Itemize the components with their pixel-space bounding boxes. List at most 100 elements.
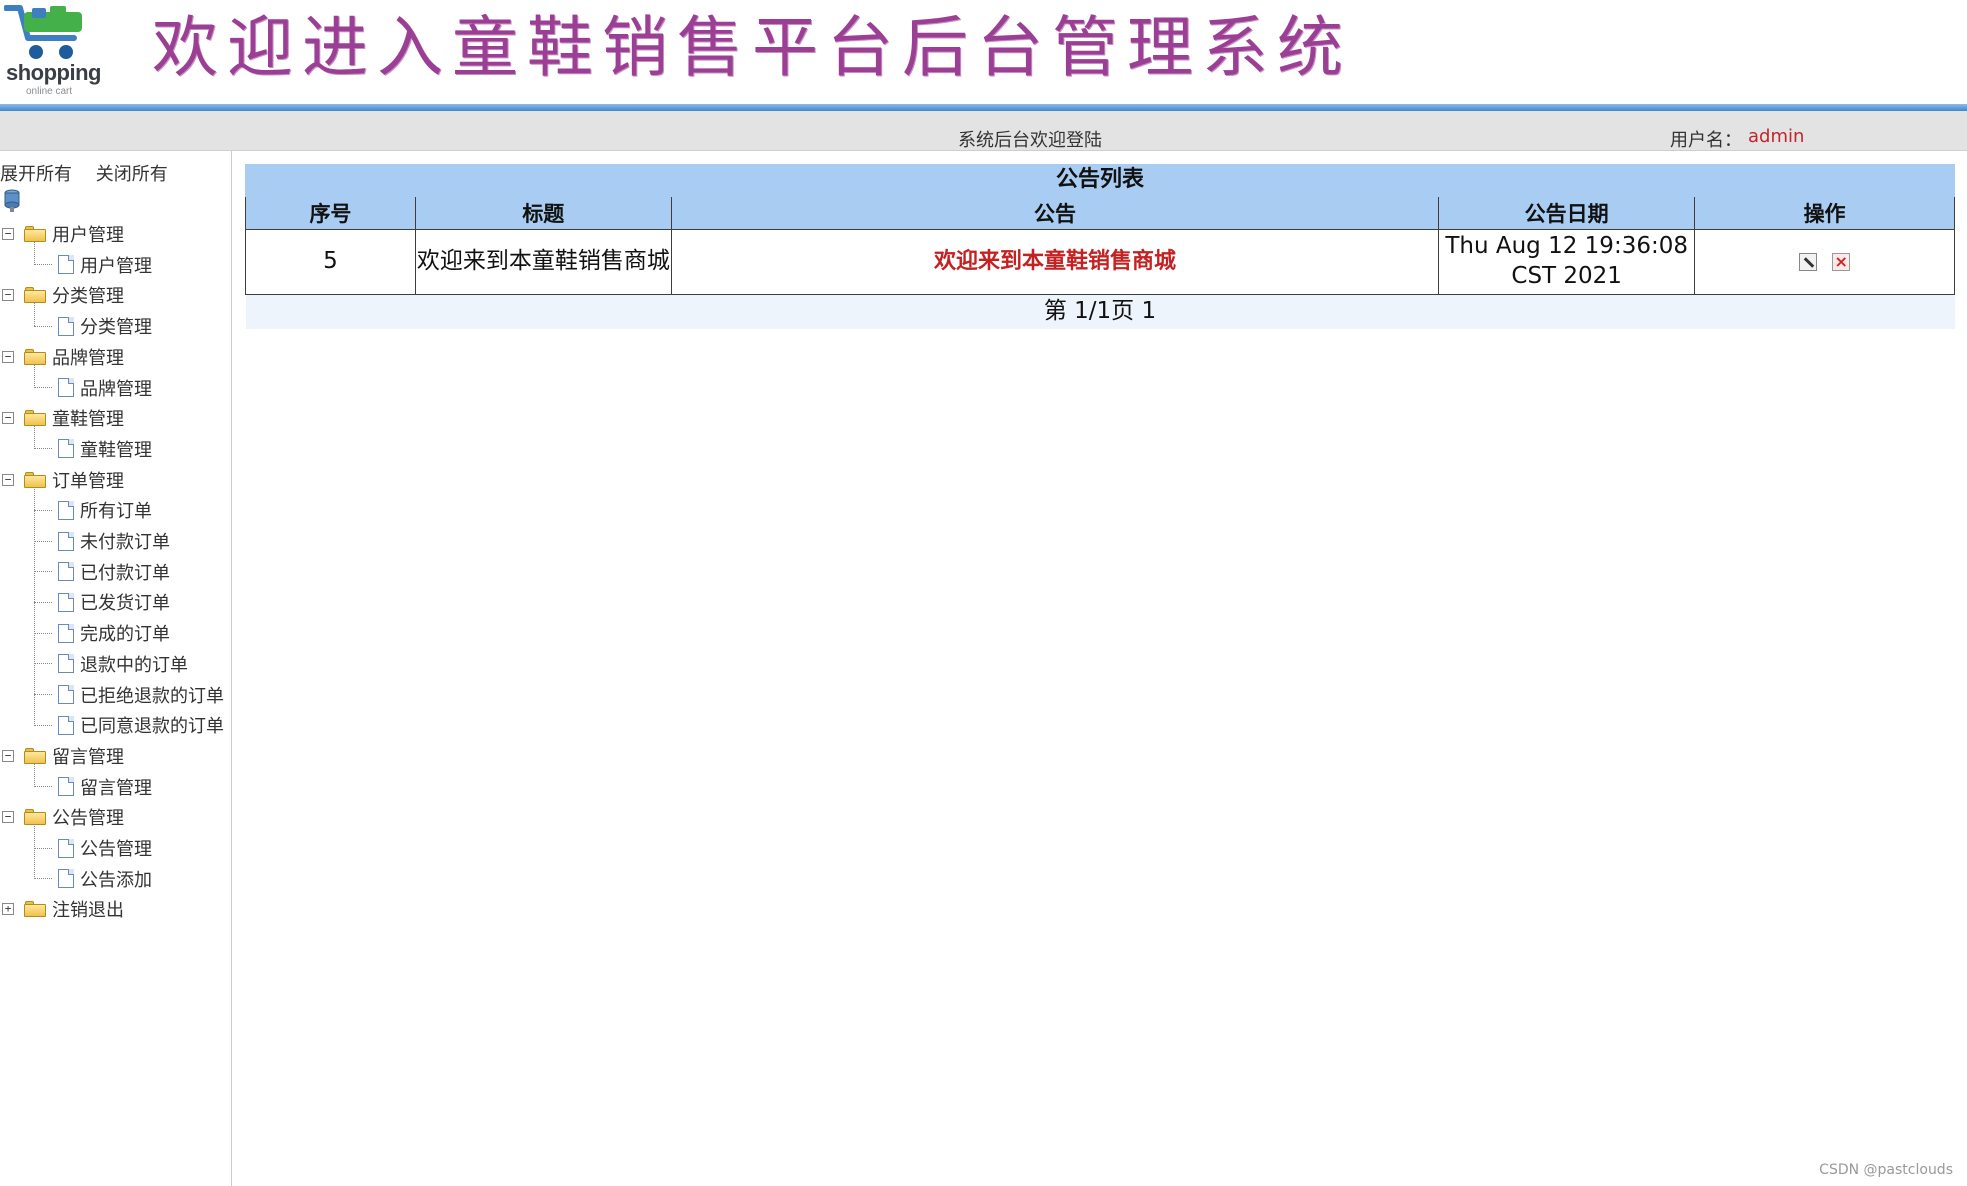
folder-icon: [24, 747, 46, 764]
header-divider: [0, 104, 1967, 111]
tree-group-4[interactable]: − 订单管理: [2, 465, 124, 495]
tree-connector: [34, 425, 35, 450]
tree-item[interactable]: 已拒绝退款的订单: [34, 680, 224, 710]
table-row: 5 欢迎来到本童鞋销售商城 欢迎来到本童鞋销售商城 Thu Aug 12 19:…: [245, 229, 1955, 295]
tree-item-label: 留言管理: [80, 777, 152, 799]
tree-item-label: 童鞋管理: [80, 439, 152, 461]
folder-icon: [24, 226, 46, 242]
page-icon: [58, 838, 74, 858]
collapse-toggle-icon[interactable]: −: [2, 412, 14, 425]
tree-item[interactable]: 完成的订单: [34, 618, 170, 648]
tree-group-1[interactable]: − 分类管理: [2, 280, 124, 310]
tree-item[interactable]: 公告管理: [34, 833, 152, 863]
tree-item-label: 已同意退款的订单: [80, 716, 224, 738]
tree-item[interactable]: 童鞋管理: [34, 434, 152, 464]
tree-group-label: 分类管理: [52, 286, 124, 308]
table-header-row: 序号 标题 公告 公告日期 操作: [245, 196, 1955, 230]
cart-icon: [3, 5, 82, 59]
tree-item[interactable]: 已发货订单: [34, 587, 170, 617]
logo-subtext: online cart: [26, 86, 73, 97]
tree-group-label: 注销退出: [52, 900, 124, 922]
tree-group-label: 订单管理: [52, 470, 124, 492]
tree-item-label: 公告管理: [80, 839, 152, 860]
tree-item[interactable]: 留言管理: [34, 772, 152, 802]
tree-group-label: 童鞋管理: [52, 409, 124, 431]
logo-text: shopping: [6, 60, 101, 85]
tree-group-5[interactable]: − 留言管理: [2, 741, 124, 771]
tree-item[interactable]: 未付款订单: [34, 526, 170, 556]
edit-icon[interactable]: [1798, 252, 1817, 271]
cell-id: 5: [245, 229, 416, 295]
tree-controls: 展开所有 关闭所有: [0, 160, 186, 186]
collapse-toggle-icon[interactable]: −: [2, 289, 14, 302]
column-header-title: 标题: [414, 196, 672, 230]
tree-item-label: 退款中的订单: [80, 654, 188, 676]
expand-toggle-icon[interactable]: +: [2, 903, 14, 916]
tree-item-label: 分类管理: [80, 317, 152, 339]
column-header-actions: 操作: [1694, 196, 1955, 230]
page-icon: [58, 562, 74, 582]
tree-group-label: 留言管理: [52, 746, 124, 768]
tree-connector: [34, 762, 35, 787]
tree-item-label: 未付款订单: [80, 532, 170, 553]
page-icon: [58, 439, 74, 459]
collapse-toggle-icon[interactable]: −: [2, 473, 14, 486]
page-icon: [58, 531, 74, 551]
page-icon: [58, 685, 74, 704]
tree-item[interactable]: 已付款订单: [34, 557, 170, 587]
tree-connector: [34, 363, 35, 388]
tree-item[interactable]: 公告添加: [34, 864, 152, 894]
database-icon: [4, 189, 20, 212]
cell-notice: 欢迎来到本童鞋销售商城: [670, 229, 1440, 295]
tree-item-label: 用户管理: [80, 255, 152, 277]
page-icon: [58, 623, 74, 643]
collapse-toggle-icon[interactable]: −: [2, 350, 14, 363]
tree-connector: [34, 241, 35, 266]
cell-title: 欢迎来到本童鞋销售商城: [414, 229, 672, 295]
tree-item[interactable]: 品牌管理: [34, 373, 152, 403]
tree-connector: [34, 486, 35, 726]
column-header-notice: 公告: [670, 196, 1440, 230]
collapse-toggle-icon[interactable]: −: [2, 811, 14, 824]
collapse-toggle-icon[interactable]: −: [2, 228, 14, 240]
collapse-toggle-icon[interactable]: −: [2, 749, 14, 762]
tree-item-label: 完成的订单: [80, 624, 170, 646]
tree-item[interactable]: 用户管理: [34, 250, 152, 280]
tree-item[interactable]: 所有订单: [34, 495, 152, 525]
tree-connector: [34, 302, 35, 327]
tree-item-label: 已拒绝退款的订单: [80, 685, 224, 707]
folder-icon: [24, 901, 46, 918]
page-icon: [58, 316, 74, 336]
tree-group-0[interactable]: − 用户管理: [2, 219, 124, 249]
expand-all-link[interactable]: 展开所有: [0, 164, 72, 185]
tree-group-7[interactable]: + 注销退出: [2, 894, 124, 924]
cell-actions: ×: [1694, 229, 1955, 295]
page-icon: [58, 378, 74, 397]
page-icon: [58, 654, 74, 674]
folder-icon: [24, 410, 46, 427]
folder-icon: [24, 348, 46, 365]
tree-item-label: 已付款订单: [80, 562, 170, 584]
tree-group-6[interactable]: − 公告管理: [2, 802, 124, 832]
tree-item[interactable]: 退款中的订单: [34, 649, 188, 679]
watermark: CSDN @pastclouds: [1819, 1162, 1953, 1178]
page-icon: [58, 715, 74, 735]
tree-group-2[interactable]: − 品牌管理: [2, 342, 124, 372]
tree-item-label: 所有订单: [80, 501, 152, 523]
column-header-date: 公告日期: [1438, 196, 1696, 230]
tree-group-3[interactable]: − 童鞋管理: [2, 403, 124, 433]
folder-icon: [24, 287, 46, 304]
welcome-text: 系统后台欢迎登陆: [958, 130, 1102, 151]
tree-group-label: 用户管理: [52, 225, 124, 246]
pagination: 第 1/1页 1: [245, 294, 1955, 329]
system-title: 欢迎进入童鞋销售平台后台管理系统: [152, 9, 1352, 86]
tree-item[interactable]: 已同意退款的订单: [34, 710, 224, 740]
username-label: 用户名：: [1670, 130, 1742, 151]
tree-item-label: 公告添加: [80, 869, 152, 891]
delete-icon[interactable]: ×: [1832, 252, 1851, 271]
tree-connector: [34, 824, 35, 880]
tree-item[interactable]: 分类管理: [34, 311, 152, 341]
column-header-id: 序号: [245, 196, 416, 230]
collapse-all-link[interactable]: 关闭所有: [96, 164, 168, 185]
tree-item-label: 已发货订单: [80, 593, 170, 615]
